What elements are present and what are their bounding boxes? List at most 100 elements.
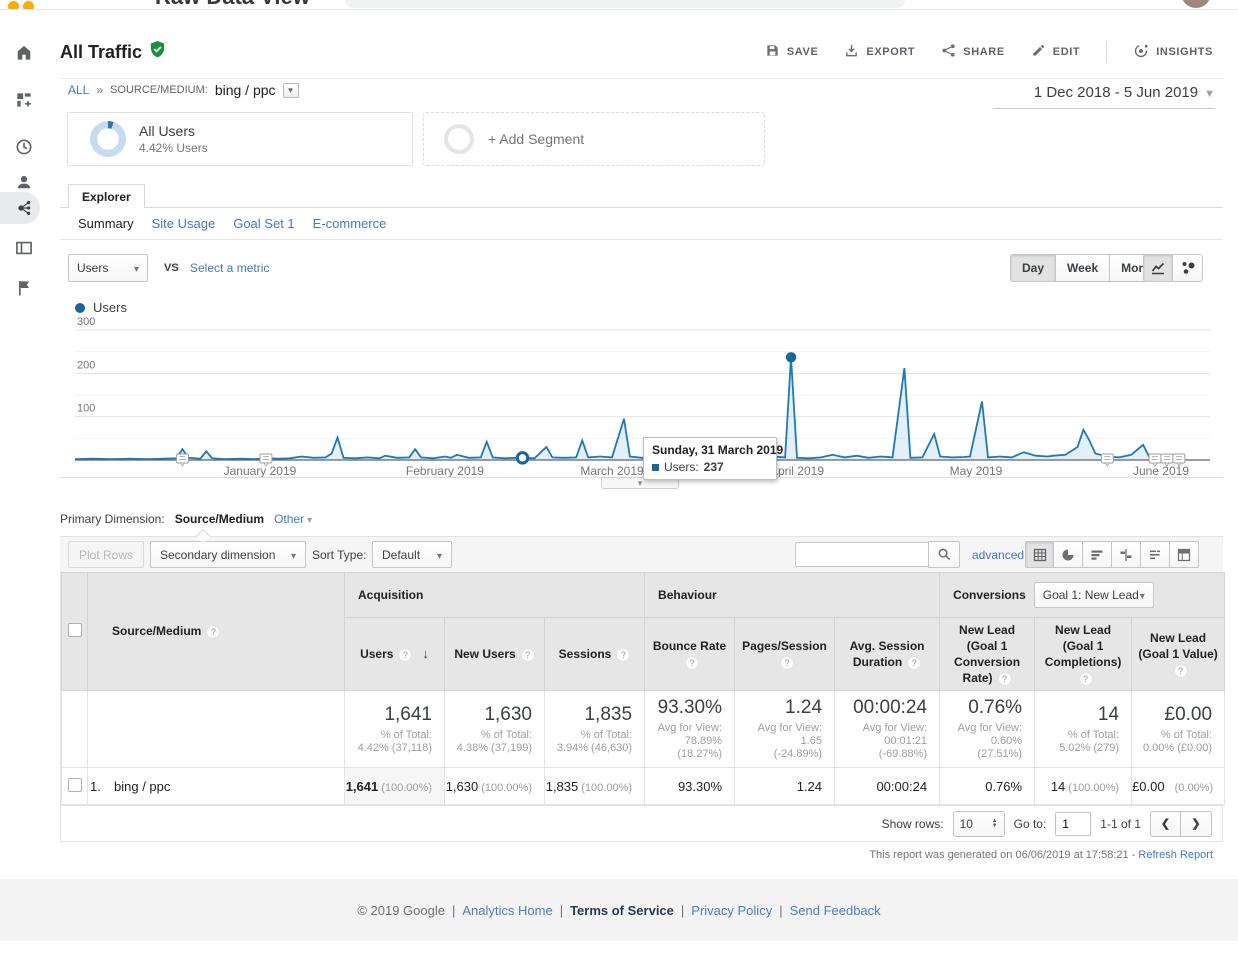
conversions-label: Conversions: [953, 588, 1026, 602]
help-icon[interactable]: [520, 647, 535, 662]
help-icon[interactable]: [398, 647, 413, 662]
column-source-medium[interactable]: Source/Medium: [87, 572, 345, 691]
column-goal-value[interactable]: New Lead (Goal 1 Value): [1131, 617, 1226, 691]
sidebar-item-realtime[interactable]: [14, 137, 34, 157]
dimension-source-medium[interactable]: Source/Medium: [175, 512, 264, 526]
terms-of-service-link[interactable]: Terms of Service: [570, 903, 674, 918]
search-input[interactable]: [345, 0, 905, 8]
help-icon[interactable]: [685, 655, 700, 670]
save-button[interactable]: SAVE: [765, 43, 819, 61]
column-goal-conversion-rate[interactable]: New Lead (Goal 1 Conversion Rate): [939, 617, 1036, 691]
insights-button[interactable]: INSIGHTS: [1133, 43, 1213, 62]
export-button[interactable]: EXPORT: [844, 43, 915, 61]
primary-dimension-label: Primary Dimension:: [60, 512, 165, 526]
row-source-medium[interactable]: bing / ppc: [114, 779, 170, 794]
privacy-policy-link[interactable]: Privacy Policy: [691, 903, 772, 918]
column-sessions[interactable]: Sessions: [543, 617, 646, 691]
analytics-home-link[interactable]: Analytics Home: [462, 903, 552, 918]
search-icon: [938, 548, 950, 561]
secondary-dimension-dropdown[interactable]: Secondary dimension: [150, 541, 306, 568]
column-bounce-rate[interactable]: Bounce Rate: [644, 617, 736, 691]
line-chart-view-button[interactable]: [1143, 254, 1173, 282]
granularity-week-button[interactable]: Week: [1056, 254, 1111, 282]
date-range-selector[interactable]: 1 Dec 2018 - 5 Jun 2019 ▼: [993, 84, 1215, 109]
help-icon[interactable]: [997, 671, 1012, 686]
goto-page-input[interactable]: [1055, 811, 1092, 836]
edit-button[interactable]: EDIT: [1031, 43, 1080, 61]
sidebar-item-acquisition[interactable]: [14, 198, 34, 218]
help-icon[interactable]: [780, 655, 795, 670]
send-feedback-link[interactable]: Send Feedback: [790, 903, 881, 918]
percentage-view-button[interactable]: [1054, 541, 1083, 568]
sidebar-item-audience[interactable]: [14, 172, 34, 192]
report-action-bar: SAVE EXPORT SHARE EDIT INSIGHTS: [765, 40, 1213, 64]
avatar[interactable]: [1181, 0, 1211, 8]
sort-type-dropdown[interactable]: Default: [372, 541, 452, 568]
help-icon[interactable]: [1078, 671, 1093, 686]
dimension-other-link[interactable]: Other ▾: [274, 512, 312, 526]
breadcrumb-dropdown[interactable]: [282, 82, 299, 98]
refresh-report-link[interactable]: Refresh Report: [1138, 849, 1213, 861]
sidebar-item-behaviour[interactable]: [14, 238, 34, 258]
column-avg-session-duration[interactable]: Avg. Session Duration: [834, 617, 941, 691]
segment-all-users[interactable]: All Users 4.42% Users: [67, 112, 413, 166]
add-segment-button[interactable]: + Add Segment: [423, 112, 765, 166]
table-search-button[interactable]: [928, 541, 960, 568]
analytics-app: Raw Data View All Traffic SAVE EXPORT SH…: [0, 0, 1238, 971]
tab-explorer[interactable]: Explorer: [68, 184, 145, 209]
comparison-icon: [1120, 548, 1132, 561]
cell-goal-value: £0.00: [1132, 778, 1165, 794]
totals-conversion-rate: 0.76%: [968, 697, 1023, 718]
comparison-view-button[interactable]: [1112, 541, 1141, 568]
column-users[interactable]: Users: [344, 617, 445, 691]
granularity-day-button[interactable]: Day: [1010, 254, 1057, 282]
sidebar-item-conversions[interactable]: [14, 278, 34, 298]
table-search-input[interactable]: [795, 542, 929, 567]
term-cloud-icon: [1150, 550, 1160, 559]
advanced-search-link[interactable]: advanced: [972, 548, 1024, 562]
segment-subtitle: 4.42% Users: [139, 141, 208, 155]
subtab-site-usage[interactable]: Site Usage: [152, 216, 216, 231]
data-view-button[interactable]: [1025, 541, 1054, 568]
secondary-dimension-label: Secondary dimension: [160, 547, 276, 562]
pivot-view-button[interactable]: [1170, 541, 1199, 568]
users-series-dot-icon: [75, 302, 85, 313]
next-page-button[interactable]: [1181, 810, 1212, 837]
select-a-metric-link[interactable]: Select a metric: [190, 261, 269, 275]
insights-label: INSIGHTS: [1156, 46, 1213, 58]
totals-bounce-rate: 93.30%: [657, 697, 723, 718]
help-icon[interactable]: [907, 655, 922, 670]
svg-text:200: 200: [77, 359, 95, 371]
help-icon[interactable]: [616, 647, 631, 662]
metric-selector[interactable]: Users: [68, 254, 148, 282]
chevron-down-icon: [1140, 588, 1145, 602]
subtab-summary[interactable]: Summary: [78, 216, 134, 231]
show-rows-select[interactable]: 10: [952, 810, 1005, 837]
help-icon[interactable]: [206, 624, 221, 639]
column-pages-session[interactable]: Pages/Session: [734, 617, 836, 691]
divider: [1106, 41, 1108, 63]
breadcrumb-all-link[interactable]: ALL: [68, 83, 89, 97]
plot-rows-button[interactable]: Plot Rows: [68, 541, 144, 568]
performance-view-button[interactable]: [1083, 541, 1112, 568]
edit-pencil-icon: [1031, 43, 1046, 61]
cell-completions: 14: [1050, 778, 1066, 794]
cell-sessions: 1,835: [545, 778, 579, 794]
sidebar-item-customization[interactable]: [14, 90, 34, 110]
goal-selector-dropdown[interactable]: Goal 1: New Lead: [1033, 582, 1154, 608]
sidebar-item-home[interactable]: [14, 43, 34, 63]
previous-page-button[interactable]: [1150, 810, 1181, 837]
subtab-ecommerce[interactable]: E-commerce: [313, 216, 387, 231]
term-cloud-view-button[interactable]: [1141, 541, 1170, 568]
column-new-users[interactable]: New Users: [444, 617, 545, 691]
table-row: 1. bing / ppc 1,641 (100.00%) 1,630 (100.00…: [61, 767, 1226, 805]
totals-goal-value: £0.00: [1164, 703, 1213, 725]
column-goal-completions[interactable]: New Lead (Goal 1 Completions): [1034, 617, 1133, 691]
row-checkbox[interactable]: [67, 777, 82, 792]
cell-conversion-rate: 0.76%: [985, 778, 1023, 794]
share-button[interactable]: SHARE: [941, 43, 1005, 61]
help-icon[interactable]: [1173, 663, 1188, 678]
select-all-checkbox[interactable]: [67, 623, 82, 637]
subtab-goal-set-1[interactable]: Goal Set 1: [233, 216, 294, 231]
motion-chart-view-button[interactable]: [1173, 254, 1203, 282]
